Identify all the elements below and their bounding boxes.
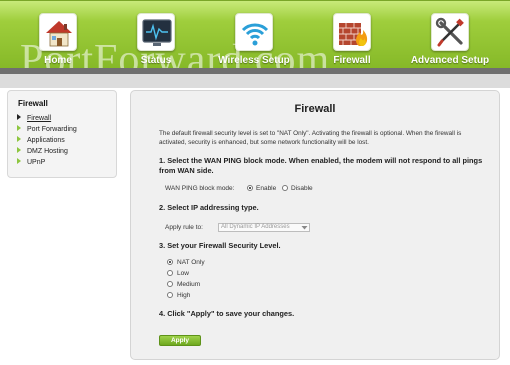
nav-status[interactable]: Status	[111, 1, 201, 69]
chevron-down-icon	[301, 226, 308, 230]
security-level-nat-only-label: NAT Only	[177, 259, 205, 266]
wan-ping-disable-radio[interactable]	[282, 185, 288, 191]
nav-advanced-setup[interactable]: Advanced Setup	[405, 1, 495, 69]
status-monitor-icon	[137, 13, 175, 51]
sidebar-item-port-forwarding[interactable]: Port Forwarding	[17, 124, 77, 135]
tools-icon	[431, 13, 469, 51]
wireless-icon	[235, 13, 273, 51]
step-2-heading: 2. Select IP addressing type.	[159, 203, 259, 212]
arrow-right-icon	[17, 125, 21, 131]
intro-text: The default firewall security level is s…	[159, 130, 462, 146]
sidebar-title: Firewall	[18, 99, 48, 108]
security-level-medium-label: Medium	[177, 281, 201, 288]
nav-firewall[interactable]: Firewall	[307, 1, 397, 69]
top-navigation-bar: Home Status Wireless Setup Firewall Adva…	[0, 0, 510, 68]
security-level-low-radio[interactable]	[167, 270, 173, 276]
nav-wireless-setup[interactable]: Wireless Setup	[209, 1, 299, 69]
nav-home[interactable]: Home	[13, 1, 103, 69]
sidebar-item-firewall[interactable]: Firewall	[17, 113, 77, 124]
apply-rule-value: All Dynamic IP Addresses	[221, 224, 290, 230]
wan-ping-disable-label: Disable	[291, 185, 313, 192]
firewall-icon	[333, 13, 371, 51]
security-level-medium-radio[interactable]	[167, 281, 173, 287]
security-level-high-label: High	[177, 292, 191, 299]
step-1-heading: 1. Select the WAN PING block mode. When …	[159, 156, 483, 175]
wan-ping-enable-radio[interactable]	[247, 185, 253, 191]
security-level-low-label: Low	[177, 270, 189, 277]
apply-button[interactable]: Apply	[159, 335, 201, 346]
apply-rule-label: Apply rule to:	[165, 224, 203, 231]
arrow-right-icon	[17, 136, 21, 142]
security-level-nat-only-radio[interactable]	[167, 259, 173, 265]
apply-rule-select[interactable]: All Dynamic IP Addresses	[218, 223, 310, 232]
header-subband	[0, 74, 510, 88]
page-title: Firewall	[294, 103, 336, 115]
arrow-right-icon	[17, 114, 21, 120]
sidebar-item-applications[interactable]: Applications	[17, 135, 77, 146]
arrow-right-icon	[17, 147, 21, 153]
step-4-heading: 4. Click "Apply" to save your changes.	[159, 309, 295, 318]
main-content-panel: Firewall The default firewall security l…	[130, 90, 500, 360]
wan-ping-enable-label: Enable	[256, 185, 277, 192]
wan-ping-label: WAN PING block mode:	[165, 185, 235, 192]
sidebar-menu: Firewall Port Forwarding Applications DM…	[17, 113, 77, 168]
home-icon	[39, 13, 77, 51]
arrow-right-icon	[17, 158, 21, 164]
sidebar-item-upnp[interactable]: UPnP	[17, 157, 77, 168]
sidebar-panel: Firewall Firewall Port Forwarding Applic…	[7, 90, 117, 178]
step-3-heading: 3. Set your Firewall Security Level.	[159, 241, 281, 250]
security-level-high-radio[interactable]	[167, 292, 173, 298]
sidebar-item-dmz-hosting[interactable]: DMZ Hosting	[17, 146, 77, 157]
